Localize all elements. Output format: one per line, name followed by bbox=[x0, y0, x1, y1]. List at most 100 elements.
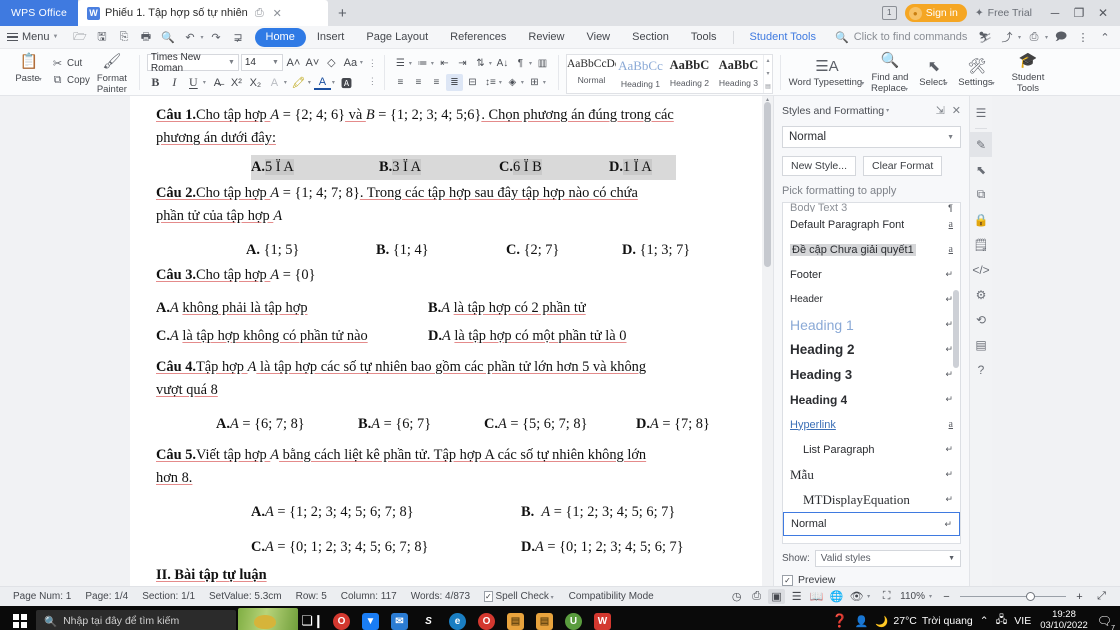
list-item[interactable]: List Paragraph ↵ bbox=[783, 437, 960, 462]
print-layout-icon[interactable]: ▣ bbox=[768, 589, 786, 604]
taskbar-app-unikey[interactable]: U bbox=[559, 607, 588, 630]
settings-button[interactable]: 🛠 Settings▾ bbox=[954, 56, 1000, 89]
chevron-down-icon[interactable]: ▾ bbox=[551, 595, 554, 601]
sign-in-button[interactable]: ● Sign in bbox=[904, 4, 967, 22]
close-icon[interactable]: ✕ bbox=[952, 104, 961, 117]
cut-button[interactable]: ✂ Cut bbox=[51, 56, 90, 71]
align-left-icon[interactable]: ≡ bbox=[392, 74, 409, 91]
preview-row[interactable]: ✓ Preview bbox=[782, 574, 961, 586]
zoom-slider-track[interactable] bbox=[960, 592, 1066, 601]
grow-font-icon[interactable]: A˄ bbox=[285, 54, 302, 71]
new-style-button[interactable]: New Style... bbox=[782, 156, 857, 176]
strikethrough-icon[interactable]: A̶ bbox=[209, 74, 226, 91]
justify-icon[interactable]: ≣ bbox=[445, 73, 463, 91]
q2-option-b[interactable]: B. {1; 4} bbox=[376, 239, 506, 262]
pin-icon[interactable]: ⎙ bbox=[253, 7, 266, 20]
paragraph-layout-icon[interactable]: ▥ bbox=[534, 55, 551, 72]
scroll-down-icon[interactable]: ▾ bbox=[766, 70, 769, 77]
redo-icon[interactable]: ↷ bbox=[206, 28, 227, 47]
fullscreen-toggle-icon[interactable]: ⤢ bbox=[1093, 589, 1110, 604]
q4-option-a[interactable]: A.A = {6; 7; 8} bbox=[216, 413, 358, 436]
save-as-icon[interactable]: ⎘ bbox=[113, 28, 134, 47]
zoom-level[interactable]: 110% bbox=[900, 591, 925, 602]
list-item[interactable]: Header ↵ bbox=[783, 287, 960, 312]
help-icon[interactable]: ❓ bbox=[831, 613, 847, 629]
list-item[interactable]: Heading 4 ↵ bbox=[783, 387, 960, 412]
bold-button[interactable]: B bbox=[147, 74, 164, 91]
taskbar-app-opera[interactable]: O bbox=[472, 607, 501, 630]
shrink-font-icon[interactable]: A˅ bbox=[304, 54, 321, 71]
restore-icon[interactable]: ❐ bbox=[1068, 3, 1090, 23]
print-icon[interactable]: 🖶 bbox=[135, 28, 156, 47]
tab-home[interactable]: Home bbox=[254, 27, 306, 47]
panel-title-group[interactable]: Styles and Formatting ▾ bbox=[782, 105, 890, 117]
zoom-in-button[interactable]: + bbox=[1071, 589, 1088, 604]
show-formatting-marks-icon[interactable]: ¶ bbox=[512, 55, 529, 72]
styles-list[interactable]: Body Text 3 ¶ Default Paragraph Font a Đ… bbox=[782, 202, 961, 544]
zoom-slider-knob[interactable] bbox=[1026, 592, 1035, 601]
q2-option-a[interactable]: A. {1; 5} bbox=[246, 239, 376, 262]
menu-button[interactable]: Menu ▼ bbox=[0, 31, 67, 44]
show-filter-select[interactable]: Valid styles ▼ bbox=[814, 550, 961, 567]
news-and-interests-widget[interactable] bbox=[238, 608, 298, 630]
taskbar-app-opera-gx[interactable]: O bbox=[327, 607, 356, 630]
align-center-icon[interactable]: ≡ bbox=[410, 74, 427, 91]
customize-quick-access-icon[interactable]: ⋥ bbox=[228, 28, 249, 47]
format-painter-button[interactable]: 🖌 Format Painter bbox=[92, 51, 132, 95]
layers-icon[interactable]: ▤ bbox=[970, 332, 992, 357]
q3-option-c[interactable]: C.A là tập hợp không có phần tử nào bbox=[156, 325, 428, 348]
copy-button[interactable]: ⧉ Copy bbox=[51, 73, 90, 88]
delete-page-icon[interactable]: ⧉ bbox=[970, 182, 992, 207]
share-icon[interactable]: ⤴ bbox=[997, 28, 1017, 47]
collaborate-icon[interactable]: ⎙ bbox=[1024, 28, 1044, 47]
sort-az-icon[interactable]: A↓ bbox=[494, 55, 511, 72]
numbered-list-icon[interactable]: ≔ bbox=[414, 55, 431, 72]
distribute-icon[interactable]: ⊟ bbox=[464, 74, 481, 91]
reading-layout-icon[interactable]: 📖 bbox=[808, 589, 825, 604]
document-scrollbar[interactable]: ▴ bbox=[762, 96, 773, 586]
underline-button[interactable]: U bbox=[185, 74, 202, 91]
weather-widget[interactable]: 🌙 27°C Trời quang bbox=[875, 615, 972, 628]
document-tab[interactable]: W Phiếu 1. Tập hợp số tự nhiên ⎙ ✕ bbox=[78, 0, 328, 26]
q4-option-c[interactable]: C.A = {5; 6; 7; 8} bbox=[484, 413, 636, 436]
close-icon[interactable]: ✕ bbox=[1092, 3, 1114, 23]
settings-slider-icon[interactable]: ⚙ bbox=[970, 282, 992, 307]
font-size-input[interactable]: 14 ▼ bbox=[240, 54, 283, 71]
outline-icon[interactable]: ☰ bbox=[788, 589, 805, 604]
list-item[interactable]: Heading 2 ↵ bbox=[783, 337, 960, 362]
select-button[interactable]: ⬉ Select▾ bbox=[914, 56, 954, 89]
list-item[interactable]: MTDisplayEquation ↵ bbox=[783, 487, 960, 512]
style-normal[interactable]: AaBbCcDd Normal bbox=[567, 55, 616, 93]
chevron-down-icon[interactable]: ▾ bbox=[929, 593, 932, 600]
styles-gallery-scroll[interactable]: ▴ ▾ ▤ bbox=[762, 54, 772, 93]
taskbar-search-input[interactable]: 🔍 Nhập tại đây để tìm kiếm bbox=[36, 610, 236, 630]
highlight-color-icon[interactable]: 🖍 bbox=[290, 74, 307, 91]
eye-protection-icon[interactable]: 👁 bbox=[848, 589, 865, 604]
styles-expand-icon[interactable]: ▤ bbox=[765, 83, 771, 90]
q4-option-b[interactable]: B.A = {6; 7} bbox=[358, 413, 484, 436]
new-tab-button[interactable]: + bbox=[328, 0, 357, 26]
save-icon[interactable]: 🖫 bbox=[91, 28, 112, 47]
list-item[interactable]: Heading 3 ↵ bbox=[783, 362, 960, 387]
pen-edit-icon[interactable]: ✎ bbox=[970, 132, 992, 157]
scrollbar-thumb[interactable] bbox=[953, 290, 959, 368]
tab-student-tools[interactable]: Student Tools bbox=[739, 28, 827, 47]
q5-option-d[interactable]: D.A = {0; 1; 2; 3; 4; 5; 6; 7} bbox=[521, 536, 684, 559]
shading-icon[interactable]: ◈ bbox=[504, 74, 521, 91]
cursor-select-icon[interactable]: ⬉ bbox=[970, 157, 992, 182]
tab-references[interactable]: References bbox=[439, 28, 517, 47]
scrollbar-thumb[interactable] bbox=[764, 102, 771, 267]
decrease-indent-icon[interactable]: ⇤ bbox=[436, 55, 453, 72]
tab-view[interactable]: View bbox=[575, 28, 621, 47]
help-icon[interactable]: ? bbox=[970, 357, 992, 382]
text-effect-icon[interactable]: A bbox=[266, 74, 283, 91]
share-user-icon[interactable]: ⛷ bbox=[975, 28, 995, 47]
share-dropdown-icon[interactable]: ▾ bbox=[1018, 34, 1021, 41]
q2-option-c[interactable]: C. {2; 7} bbox=[506, 239, 622, 262]
minimize-icon[interactable]: ─ bbox=[1044, 3, 1066, 23]
list-item[interactable]: Mẫu ↵ bbox=[783, 462, 960, 487]
preview-checkbox[interactable]: ✓ bbox=[782, 574, 793, 586]
q5-option-a[interactable]: A.A = {1; 2; 3; 4; 5; 6; 7; 8} bbox=[251, 501, 521, 524]
collaborate-dropdown-icon[interactable]: ▾ bbox=[1045, 34, 1048, 41]
font-color-icon[interactable]: A bbox=[313, 75, 331, 90]
